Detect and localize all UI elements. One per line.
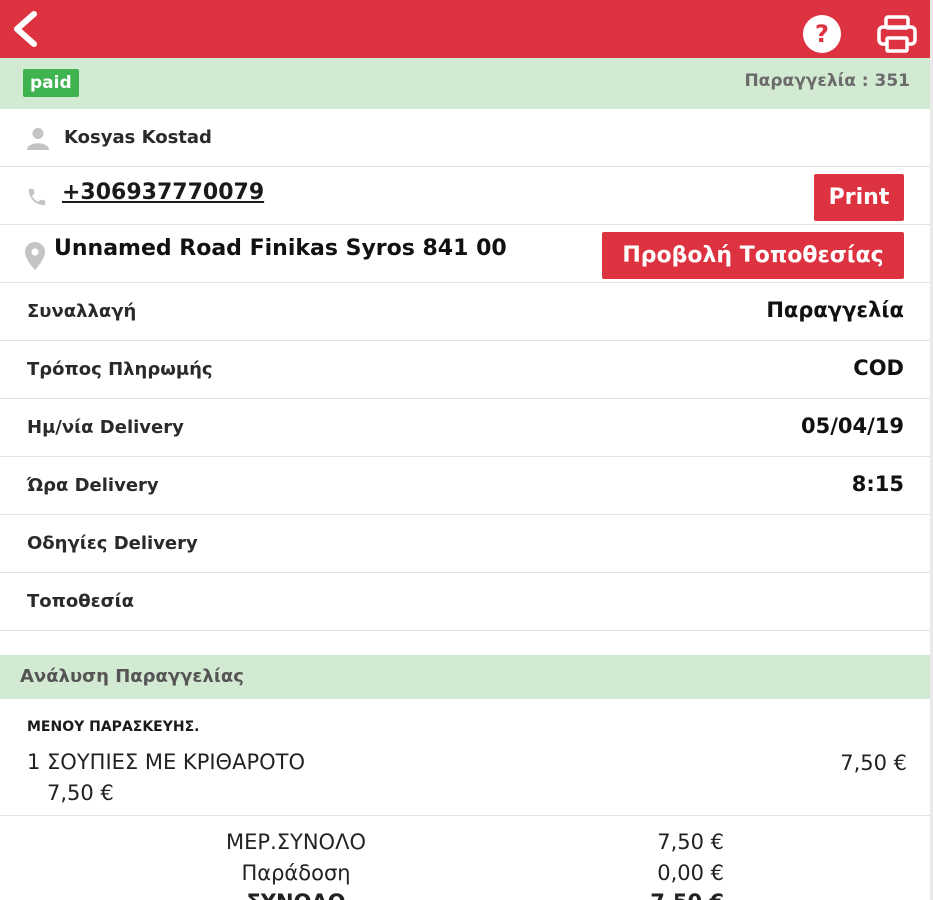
print-icon-button[interactable] [876, 14, 918, 54]
help-button[interactable]: ? [803, 15, 841, 53]
total-value: 7,50 € [650, 890, 724, 900]
total-label: ΣΥΝΟΛΟ [196, 890, 396, 900]
menu-category: ΜΕΝΟΥ ΠΑΡΑΣΚΕΥΗΣ. [27, 719, 200, 735]
printer-icon [877, 15, 917, 53]
detail-label: Οδηγίες Delivery [27, 533, 198, 554]
user-icon [27, 128, 49, 150]
print-button[interactable]: Print [814, 174, 904, 221]
order-number: Παραγγελία : 351 [744, 71, 910, 91]
detail-label: Ημ/νία Delivery [27, 417, 184, 438]
order-item-price: 7,50 € [840, 751, 907, 775]
detail-value: Παραγγελία [766, 298, 904, 322]
customer-phone-link[interactable]: +306937770079 [62, 180, 264, 205]
order-item-name: 1 ΣΟΥΠΙΕΣ ΜΕ ΚΡΙΘΑΡΟΤΟ [27, 750, 305, 774]
subtotal-label: ΜΕΡ.ΣΥΝΟΛΟ [226, 830, 366, 854]
phone-icon [28, 188, 46, 206]
chevron-left-icon [14, 11, 37, 47]
paid-status-badge: paid [23, 69, 79, 97]
customer-name-row: Kosyas Kostad [0, 109, 930, 167]
detail-value: COD [853, 356, 904, 380]
phone-row: +306937770079 Print [0, 167, 930, 225]
top-app-bar: ? [0, 0, 930, 58]
delivery-fee-value: 0,00 € [657, 861, 724, 885]
detail-value: 8:15 [851, 472, 904, 496]
customer-name: Kosyas Kostad [64, 127, 212, 148]
detail-row-delivery-time: Ώρα Delivery 8:15 [0, 457, 930, 515]
back-button[interactable] [10, 11, 44, 47]
detail-label: Ώρα Delivery [27, 475, 159, 496]
customer-address: Unnamed Road Finikas Syros 841 00 [54, 236, 507, 261]
detail-label: Τρόπος Πληρωμής [27, 359, 213, 380]
detail-row-delivery-date: Ημ/νία Delivery 05/04/19 [0, 399, 930, 457]
view-location-button[interactable]: Προβολή Τοποθεσίας [602, 232, 904, 279]
address-row: Unnamed Road Finikas Syros 841 00 Προβολ… [0, 225, 930, 283]
help-icon: ? [815, 20, 829, 48]
detail-row-delivery-instructions: Οδηγίες Delivery [0, 515, 930, 573]
detail-row-transaction: Συναλλαγή Παραγγελία [0, 283, 930, 341]
delivery-fee-label: Παράδοση [241, 861, 351, 885]
detail-row-payment-method: Τρόπος Πληρωμής COD [0, 341, 930, 399]
map-pin-icon [25, 242, 45, 270]
section-title: Ανάλυση Παραγγελίας [20, 666, 244, 687]
subtotal-value: 7,50 € [657, 830, 724, 854]
order-status-bar: paid Παραγγελία : 351 [0, 58, 930, 109]
order-breakdown-header: Ανάλυση Παραγγελίας [0, 655, 930, 699]
detail-label: Συναλλαγή [27, 301, 137, 322]
detail-label: Τοποθεσία [27, 591, 135, 612]
order-item-unit-price: 7,50 € [47, 781, 114, 805]
order-totals: ΜΕΡ.ΣΥΝΟΛΟ 7,50 € Παράδοση 0,00 € ΣΥΝΟΛΟ… [0, 815, 930, 900]
detail-value: 05/04/19 [800, 414, 904, 438]
detail-row-location: Τοποθεσία [0, 573, 930, 631]
